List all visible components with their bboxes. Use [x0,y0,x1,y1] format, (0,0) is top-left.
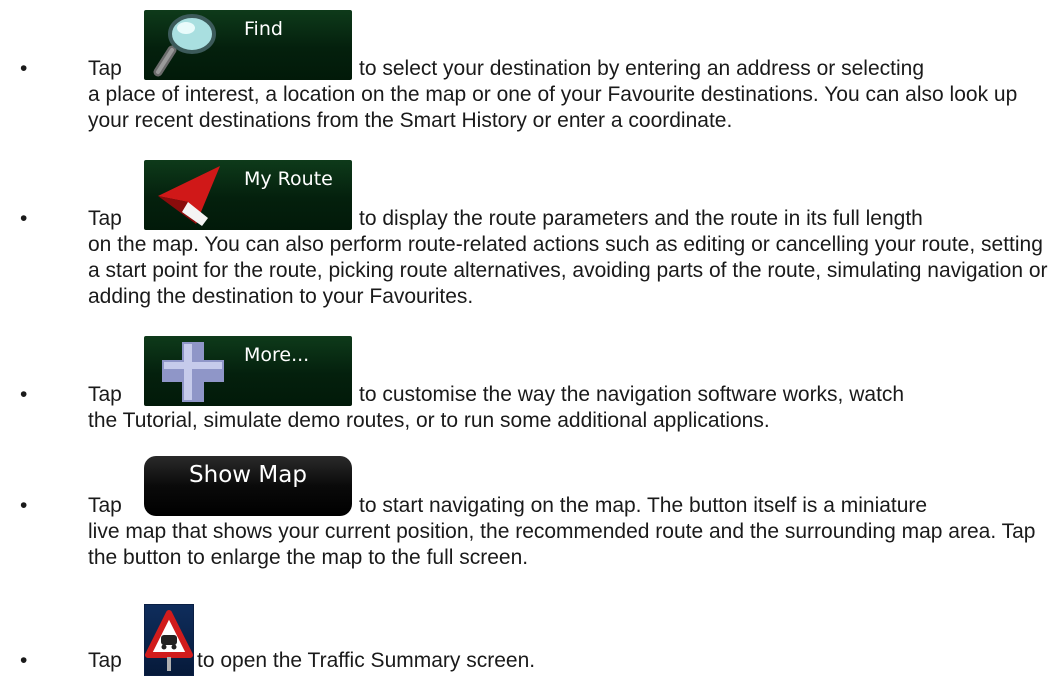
show-map-button[interactable]: Show Map [144,456,352,516]
show-map-button-label: Show Map [189,462,307,488]
tap-label: Tap [88,494,122,517]
item-text-rest: live map that shows your current positio… [88,520,1036,569]
my-route-button[interactable]: My Route [144,160,352,230]
bullet: • [20,494,28,517]
tap-label: Tap [88,649,122,672]
plus-icon [162,342,224,402]
item-text-line1: to customise the way the navigation soft… [359,383,905,406]
find-button-label: Find [244,18,283,40]
item-text-line1: to start navigating on the map. The butt… [359,494,928,517]
my-route-button-label: My Route [244,168,333,190]
item-text-rest: on the map. You can also perform route-r… [88,233,1048,308]
find-button[interactable]: Find [144,10,352,80]
item-text-rest: a place of interest, a location on the m… [88,83,1018,132]
item-text-line1: to display the route parameters and the … [359,207,923,230]
bullet: • [20,383,28,406]
bullet: • [20,57,28,80]
item-text-line1: to open the Traffic Summary screen. [197,649,536,672]
item-text-rest: the Tutorial, simulate demo routes, or t… [88,409,770,432]
magnifier-icon [153,14,216,77]
traffic-warning-icon [145,610,193,671]
bullet: • [20,649,28,672]
tap-label: Tap [88,207,122,230]
more-button-label: More... [244,344,310,366]
more-button[interactable]: More... [144,336,352,406]
route-arrow-icon [158,166,220,226]
tap-label: Tap [88,383,122,406]
bullet: • [20,207,28,230]
item-text-line1: to select your destination by entering a… [359,57,925,80]
traffic-button[interactable] [144,604,194,676]
tap-label: Tap [88,57,122,80]
